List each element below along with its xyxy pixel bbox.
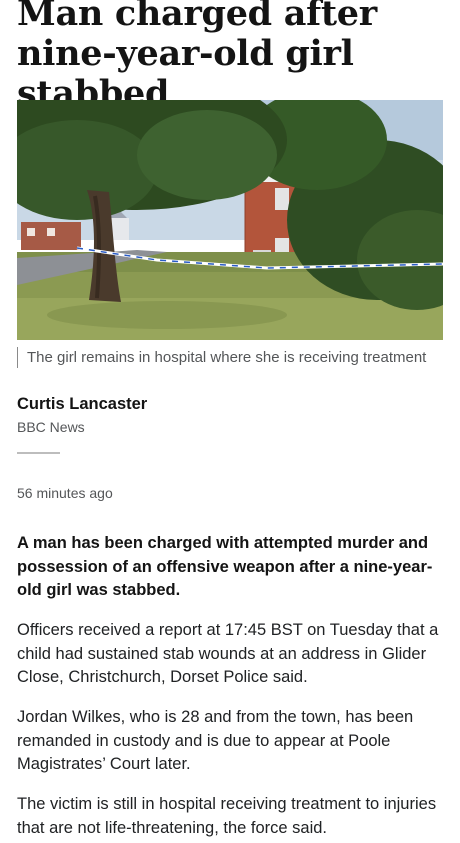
image-caption: The girl remains in hospital where she i…: [27, 349, 427, 366]
article-hero-image: [17, 100, 443, 340]
article-timestamp: 56 minutes ago: [17, 485, 113, 501]
article-paragraph: Officers received a report at 17:45 BST …: [17, 621, 439, 686]
article-paragraph: The victim is still in hospital receivin…: [17, 795, 437, 837]
caption-rule: [17, 347, 18, 368]
article-page: Man charged after nine-year-old girl sta…: [0, 0, 460, 843]
article-lede: A man has been charged with attempted mu…: [17, 534, 433, 599]
byline-author: Curtis Lancaster: [17, 395, 148, 413]
article-headline: Man charged after nine-year-old girl sta…: [17, 0, 377, 114]
article-paragraph: Jordan Wilkes, who is 28 and from the to…: [17, 708, 414, 773]
byline-outlet: BBC News: [17, 419, 85, 435]
byline-divider: [17, 452, 60, 454]
